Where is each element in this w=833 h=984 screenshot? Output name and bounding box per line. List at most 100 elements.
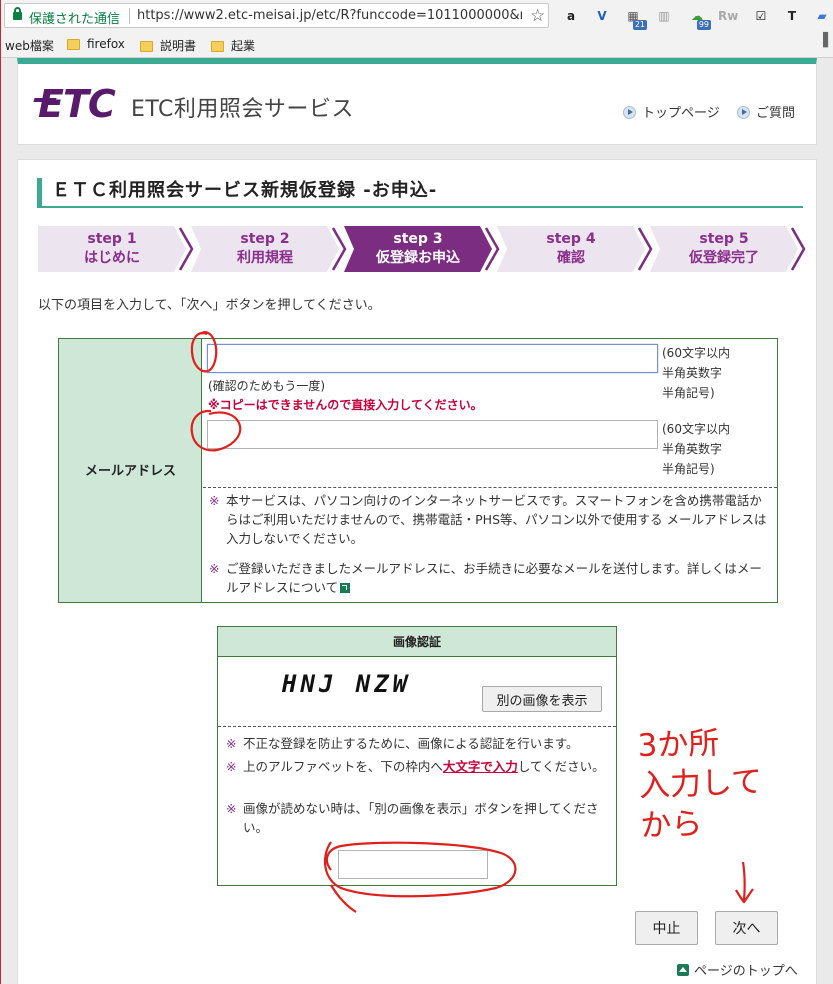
annotation-line: から (639, 805, 704, 845)
amazon-icon[interactable]: a (561, 6, 581, 26)
step-label: 確認 (557, 250, 585, 266)
rw-icon[interactable]: Rw (718, 6, 738, 26)
extension-badge: 21 (632, 20, 647, 30)
bookmarks-bar: web檔案 firefox 説明書 起業 ▐ (1, 32, 833, 58)
vivaldi-icon[interactable]: V (592, 6, 612, 26)
bookmark-firefox[interactable]: firefox (67, 37, 125, 51)
note-text: 本サービスは、パソコン向けのインターネットサービスです。スマートフォンを含め携帯… (226, 493, 767, 546)
no-copy-warning: ※コピーはできませんので直接入力してください。 (208, 398, 483, 412)
step-number: step 5 (699, 231, 749, 247)
top-page-link[interactable]: トップページ (623, 102, 720, 121)
uppercase-emphasis: 大文字で入力 (442, 759, 518, 774)
cancel-button[interactable]: 中止 (635, 911, 698, 945)
next-button[interactable]: 次へ (715, 911, 778, 945)
email-hint: (60文字以内 半角英数字 半角記号) (662, 343, 730, 403)
page-title: ＥＴＣ利用照会サービス新規仮登録 -お申込- (37, 178, 803, 208)
step-label: はじめに (84, 250, 140, 266)
step-label: 利用規程 (237, 250, 293, 266)
hint-line: (60文字以内 (662, 422, 730, 436)
weather-icon[interactable]: ☁ 99 (687, 6, 711, 30)
secure-connection-label[interactable]: 保護された通信 (29, 8, 120, 27)
step-text: step 4 確認 (497, 230, 645, 268)
note-text: 画像が読めない時は、「別の画像を表示」ボタンを押してください。 (243, 801, 599, 835)
step-text: step 2 利用規程 (191, 230, 339, 268)
address-bar[interactable]: 保護された通信 https://www2.etc-meisai.jp/etc/R… (4, 3, 549, 28)
step-label: 仮登録完了 (689, 250, 759, 266)
step-number: step 4 (546, 231, 596, 247)
url-text[interactable]: https://www2.etc-meisai.jp/etc/R?funccod… (137, 8, 522, 23)
bookmark-label: 起業 (231, 39, 256, 53)
step-3: step 3 仮登録お申込 (344, 226, 504, 272)
captcha-note: ※ 画像が読めない時は、「別の画像を表示」ボタンを押してください。 (226, 799, 606, 837)
bookmark-startup[interactable]: 起業 (211, 37, 255, 54)
lock-icon (13, 7, 22, 21)
faq-link[interactable]: ご質問 (737, 102, 795, 121)
bookmark-web-archive[interactable]: web檔案 (5, 37, 54, 54)
step-text: step 3 仮登録お申込 (344, 230, 492, 268)
email-label-cell: メールアドレス (59, 339, 202, 602)
arrow-up-icon (677, 964, 689, 976)
email-confirm-label: (確認のためもう一度) (208, 379, 326, 393)
bookmark-star-icon[interactable]: ☆ (530, 6, 545, 26)
new-image-button[interactable]: 別の画像を表示 (482, 686, 602, 712)
step-number: step 1 (87, 231, 137, 247)
bookmark-label: web檔案 (5, 39, 54, 53)
note-mark: ※ (209, 493, 220, 508)
extension-badge: 99 (696, 20, 711, 30)
email-note-pc-only: ※ 本サービスは、パソコン向けのインターネットサービスです。スマートフォンを含め携… (209, 491, 769, 548)
page-top-label: ページのトップへ (694, 964, 798, 979)
note-mark: ※ (226, 801, 237, 816)
annotation-note: 3か所 入力して から (637, 722, 764, 846)
chat-icon[interactable]: ▰ (812, 6, 832, 26)
hint-line: 半角英数字 (662, 442, 723, 456)
text-icon[interactable]: T (782, 6, 802, 26)
arrow-right-icon (737, 106, 750, 119)
note-text: 上のアルファベットを、下の枠内へ (243, 759, 443, 774)
bookmark-label: firefox (87, 37, 125, 51)
bookmark-manual[interactable]: 説明書 (140, 37, 196, 54)
email-label: メールアドレス (84, 464, 176, 479)
divider (218, 726, 616, 727)
folder-icon (211, 41, 224, 52)
email-form-table: メールアドレス (60文字以内 半角英数字 半角記号) (確認のためもう一度) … (58, 338, 778, 603)
page-top-link[interactable]: ページのトップへ (677, 960, 798, 979)
annotation-line: 入力して (638, 763, 763, 805)
folder-icon (67, 39, 80, 50)
captcha-box: 画像認証 HNJ NZW 別の画像を表示 ※ 不正な登録を防止するために、画像によ… (217, 626, 617, 886)
step-label: 仮登録お申込 (376, 250, 460, 266)
step-number: step 2 (240, 231, 290, 247)
calendar-icon[interactable]: ▦ 21 (623, 6, 647, 30)
step-text: step 1 はじめに (38, 230, 186, 268)
hint-line: 半角英数字 (662, 366, 723, 380)
browser-toolbar: 保護された通信 https://www2.etc-meisai.jp/etc/R… (1, 0, 833, 32)
note-mark: ※ (226, 736, 237, 751)
bookmark-label: 説明書 (160, 39, 197, 53)
step-indicator: step 1 はじめに step 2 利用規程 step 3 仮登録お申込 step 4 確認… (38, 226, 806, 272)
captcha-note: ※ 上のアルファベットを、下の枠内へ大文字で入力してください。 (226, 757, 606, 776)
captcha-heading: 画像認証 (218, 627, 616, 657)
note-mark: ※ (209, 561, 220, 576)
divider (203, 487, 777, 488)
main-card: ＥＴＣ利用照会サービス新規仮登録 -お申込- step 1 はじめに step 2 利… (17, 159, 817, 984)
email-note-mail-send: ※ ご登録いただきましたメールアドレスに、お手続きに必要なメールを送付します。詳し… (209, 559, 769, 597)
instruction-text: 以下の項目を入力して、「次へ」ボタンを押してください。 (38, 298, 381, 313)
email-confirm-input[interactable] (207, 420, 658, 449)
external-link-icon[interactable] (340, 583, 351, 593)
captcha-input[interactable] (338, 850, 488, 879)
faq-link-label: ご質問 (756, 106, 796, 121)
check-icon[interactable]: ☑ (751, 6, 771, 26)
arrow-right-icon (623, 106, 636, 119)
etc-logo[interactable]: ETC (38, 82, 116, 126)
email-input[interactable] (207, 344, 658, 373)
site-header: ETC ETC利用照会サービス トップページ ご質問 (17, 58, 817, 145)
reader-icon[interactable]: ▥ (654, 6, 674, 26)
captcha-note: ※ 不正な登録を防止するために、画像による認証を行います。 (226, 734, 606, 753)
bookmarks-overflow-icon[interactable]: ▐ (818, 33, 828, 48)
step-number: step 3 (393, 231, 443, 247)
folder-icon (140, 41, 153, 52)
step-5: step 5 仮登録完了 (650, 226, 810, 272)
email-confirm-hint: (60文字以内 半角英数字 半角記号) (662, 419, 730, 479)
hint-line: (60文字以内 (662, 346, 730, 360)
step-text: step 5 仮登録完了 (650, 230, 798, 268)
about-email-link[interactable]: ご登録いただきましたメールアドレスに、お手続きに必要なメールを送付します。詳しく… (226, 561, 762, 595)
